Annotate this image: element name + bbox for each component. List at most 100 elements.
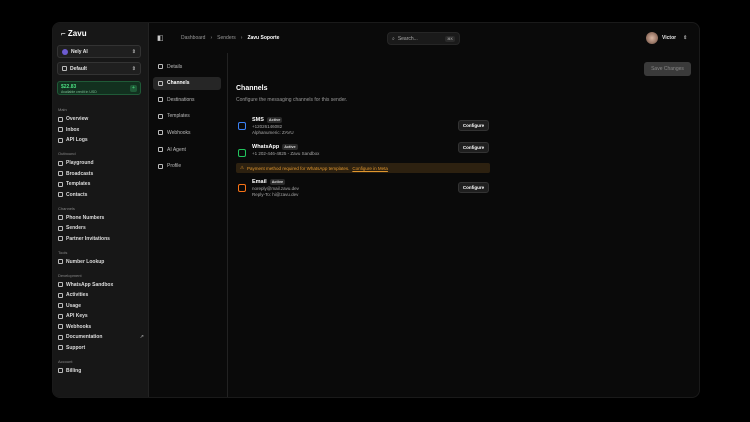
sidebar-item-number-lookup[interactable]: Number Lookup — [58, 259, 144, 265]
folder-icon — [62, 66, 67, 71]
user-menu[interactable]: Victor⇕ — [646, 32, 687, 44]
ai-agent-icon — [158, 147, 163, 152]
sidebar-item-broadcasts[interactable]: Broadcasts — [58, 171, 144, 177]
destinations-icon — [158, 97, 163, 102]
org-avatar — [62, 49, 68, 55]
sidebar-item-whatsapp-sandbox[interactable]: WhatsApp Sandbox — [58, 282, 144, 288]
sidebar-item-overview[interactable]: Overview — [58, 116, 144, 122]
profile-icon — [158, 164, 163, 169]
sidebar-item-api-keys[interactable]: API Keys — [58, 313, 144, 319]
templates-icon — [58, 182, 63, 187]
channel-email: EmailActive noreply@mail.zavu.devReply-T… — [236, 179, 490, 199]
subnav-templates[interactable]: Templates — [153, 110, 221, 123]
breadcrumb-separator: › — [210, 35, 212, 41]
partner-invitations-icon — [58, 236, 63, 241]
subnav-webhooks[interactable]: Webhooks — [153, 126, 221, 139]
page-title: Channels — [236, 85, 268, 92]
sidebar-item-webhooks[interactable]: Webhooks — [58, 324, 144, 330]
warning-banner: ⚠Payment method required for WhatsApp te… — [236, 163, 490, 173]
configure-email-button[interactable]: Configure — [458, 182, 489, 193]
credit-card: $22.83 Available credit in USD + — [57, 81, 141, 95]
status-badge: Active — [270, 179, 285, 185]
status-badge: Active — [267, 117, 282, 123]
breadcrumb-current: Zavu Soporte — [247, 35, 279, 41]
subnav-ai-agent[interactable]: AI Agent — [153, 143, 221, 156]
channel-name: SMS — [252, 117, 264, 123]
sidebar-item-playground[interactable]: Playground — [58, 160, 144, 166]
page-subtitle: Configure the messaging channels for thi… — [236, 97, 347, 103]
external-link-icon: ↗ — [140, 334, 144, 340]
breadcrumb-separator: › — [241, 35, 243, 41]
sidebar-item-documentation[interactable]: Documentation↗ — [58, 334, 144, 340]
configure-in-meta-link[interactable]: Configure in Meta — [352, 166, 388, 171]
sidebar-item-contacts[interactable]: Contacts — [58, 192, 144, 198]
sidebar-item-inbox[interactable]: Inbox — [58, 127, 144, 133]
section-outbound: Outbound — [58, 151, 76, 156]
app-window: ⌐ Zavu Nely AI⇕ Default⇕ $22.83 Availabl… — [52, 22, 700, 398]
search-input[interactable]: ⌕Search... ⌘K — [387, 32, 460, 45]
toggle-sidebar-icon[interactable]: ◧ — [157, 34, 164, 42]
project-selector[interactable]: Default⇕ — [57, 62, 141, 75]
subnav-destinations[interactable]: Destinations — [153, 93, 221, 106]
logo-icon: ⌐ — [61, 29, 68, 38]
sidebar-item-support[interactable]: Support — [58, 345, 144, 351]
app-logo[interactable]: ⌐ Zavu — [61, 29, 87, 38]
channel-detail: noreply@mail.zavu.dev — [252, 186, 299, 191]
breadcrumb-dashboard[interactable]: Dashboard — [181, 35, 205, 41]
channel-sms: SMSActive +12026146082Alphanumeric: ZAVU… — [236, 117, 490, 137]
add-credit-button[interactable]: + — [130, 85, 137, 92]
channel-detail: +1 202-446-4825 - Zavu Sandbox — [252, 151, 319, 156]
contacts-icon — [58, 192, 63, 197]
subnav-divider — [227, 53, 228, 398]
playground-icon — [58, 161, 63, 166]
documentation-icon — [58, 335, 63, 340]
overview-icon — [58, 117, 63, 122]
breadcrumb-senders[interactable]: Senders — [217, 35, 236, 41]
subnav-details[interactable]: Details — [153, 60, 221, 73]
avatar — [646, 32, 658, 44]
sidebar: ⌐ Zavu Nely AI⇕ Default⇕ $22.83 Availabl… — [53, 23, 149, 397]
billing-icon — [58, 368, 63, 373]
channels-icon — [158, 81, 163, 86]
email-icon — [238, 184, 246, 192]
org-selector[interactable]: Nely AI⇕ — [57, 45, 141, 58]
sidebar-item-senders[interactable]: Senders — [58, 225, 144, 231]
status-badge: Active — [282, 144, 297, 150]
webhooks-icon — [158, 130, 163, 135]
channel-detail: Reply-To: hi@zavu.dev — [252, 192, 298, 197]
sidebar-item-activities[interactable]: Activities — [58, 292, 144, 298]
section-development: Development — [58, 273, 82, 278]
sidebar-item-templates[interactable]: Templates — [58, 181, 144, 187]
section-account: Account — [58, 359, 72, 364]
sidebar-item-usage[interactable]: Usage — [58, 303, 144, 309]
breadcrumb: Dashboard › Senders › Zavu Soporte — [181, 35, 279, 41]
webhooks-icon — [58, 324, 63, 329]
sidebar-item-billing[interactable]: Billing — [58, 368, 144, 374]
broadcasts-icon — [58, 171, 63, 176]
section-tools: Tools — [58, 250, 67, 255]
configure-sms-button[interactable]: Configure — [458, 120, 489, 131]
sidebar-item-phone-numbers[interactable]: Phone Numbers — [58, 215, 144, 221]
section-main: Main — [58, 107, 67, 112]
chevron-updown-icon: ⇕ — [132, 66, 136, 72]
section-channels: Channels — [58, 206, 75, 211]
save-changes-button[interactable]: Save Changes — [644, 62, 691, 76]
channel-whatsapp: WhatsAppActive +1 202-446-4825 - Zavu Sa… — [236, 144, 490, 164]
configure-whatsapp-button[interactable]: Configure — [458, 142, 489, 153]
channel-detail: Alphanumeric: ZAVU — [252, 130, 294, 135]
usage-icon — [58, 303, 63, 308]
phone-numbers-icon — [58, 215, 63, 220]
credit-label: Available credit in USD — [61, 90, 97, 94]
chevron-updown-icon: ⇕ — [132, 49, 136, 55]
sidebar-item-api-logs[interactable]: API Logs — [58, 137, 144, 143]
activities-icon — [58, 293, 63, 298]
subnav-profile[interactable]: Profile — [153, 160, 221, 173]
whatsapp-icon — [238, 149, 246, 157]
channel-name: Email — [252, 179, 267, 185]
details-icon — [158, 64, 163, 69]
channel-detail: +12026146082 — [252, 124, 282, 129]
templates-icon — [158, 114, 163, 119]
subnav-channels[interactable]: Channels — [153, 77, 221, 90]
sidebar-item-partner-invitations[interactable]: Partner Invitations — [58, 236, 144, 242]
api-logs-icon — [58, 138, 63, 143]
